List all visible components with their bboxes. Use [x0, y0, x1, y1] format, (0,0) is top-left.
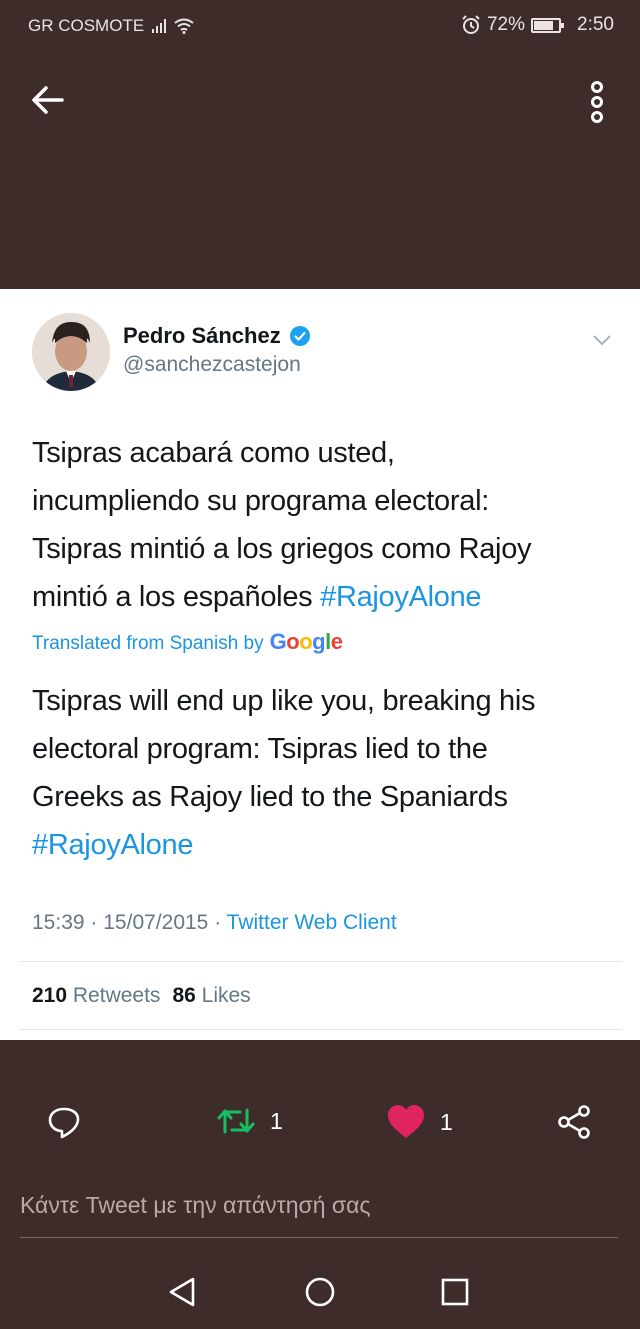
retweets-stat[interactable]: 210 Retweets — [32, 984, 160, 1008]
tweet-text-fragment: mintió a los españoles — [32, 581, 321, 613]
profile-photo-icon — [32, 313, 110, 391]
carrier-label: GR COSMOTE — [28, 16, 145, 35]
tweet-text: Tsipras acabará como usted, incumpliendo… — [32, 429, 612, 621]
tweet-card: Pedro Sánchez @sanchezcastejon Tsipras a… — [0, 289, 640, 1040]
retweet-button[interactable]: 1 — [216, 1104, 283, 1138]
share-icon — [558, 1105, 590, 1139]
hashtag-link[interactable]: #RajoyAlone — [320, 581, 481, 613]
more-options-button[interactable] — [584, 80, 610, 124]
likes-count: 86 — [172, 984, 196, 1007]
tweet-options-button[interactable] — [592, 333, 612, 347]
tweet-stats: 210 Retweets 86 Likes — [32, 984, 251, 1008]
retweet-icon — [217, 1108, 255, 1134]
like-count: 1 — [440, 1108, 453, 1135]
nav-back-button[interactable] — [163, 1272, 203, 1312]
circle-home-icon — [305, 1277, 335, 1307]
tweet-text-line: Tsipras mintió a los griegos como Rajoy — [32, 533, 532, 565]
square-recents-icon — [441, 1278, 469, 1306]
author-handle[interactable]: @sanchezcastejon — [123, 353, 301, 377]
reply-input[interactable]: Κάντε Tweet με την απάντησή σας — [20, 1180, 618, 1238]
avatar[interactable] — [32, 313, 110, 391]
divider — [20, 1029, 622, 1030]
retweets-count: 210 — [32, 984, 68, 1007]
translated-hashtag-link[interactable]: #RajoyAlone — [32, 821, 612, 869]
verified-badge-icon — [289, 326, 310, 346]
nav-recents-button[interactable] — [435, 1272, 475, 1312]
signal-icon — [152, 19, 167, 33]
battery-percent: 72% — [486, 14, 526, 35]
retweets-label: Retweets — [72, 984, 161, 1007]
tweet-date: 15/07/2015 — [103, 911, 209, 934]
translated-label: Translated from Spanish by — [32, 633, 264, 654]
system-nav-bar — [0, 1250, 640, 1329]
tweet-text-line: mintió a los españoles #RajoyAlone — [32, 573, 612, 621]
author-name[interactable]: Pedro Sánchez — [123, 323, 281, 349]
action-bar: 1 1 — [0, 1080, 640, 1170]
translated-text-line: electoral program: Tsipras lied to the — [32, 733, 488, 765]
divider — [20, 961, 622, 962]
translated-text: Tsipras will end up like you, breaking h… — [32, 677, 612, 869]
meta-separator: · — [90, 911, 98, 934]
author-name-row[interactable]: Pedro Sánchez — [123, 323, 311, 349]
likes-stat[interactable]: 86 Likes — [172, 984, 250, 1008]
back-button[interactable] — [28, 80, 78, 120]
battery-icon — [531, 17, 565, 33]
google-logo: Google — [269, 629, 343, 654]
arrow-left-icon — [32, 86, 64, 114]
translated-by[interactable]: Translated from Spanish by Google — [32, 629, 343, 655]
likes-label: Likes — [201, 984, 251, 1007]
meta-separator: · — [214, 911, 222, 934]
tweet-time: 15:39 — [32, 911, 85, 934]
more-vertical-icon — [591, 81, 603, 123]
status-right: 72% 2:50 — [461, 14, 614, 36]
alarm-icon — [462, 15, 480, 34]
like-button[interactable]: 1 — [386, 1104, 453, 1140]
share-button[interactable] — [556, 1104, 592, 1140]
reply-button[interactable] — [46, 1104, 82, 1140]
nav-home-button[interactable] — [300, 1272, 340, 1312]
tweet-meta: 15:39 · 15/07/2015 · Twitter Web Client — [32, 911, 397, 935]
retweet-count: 1 — [270, 1107, 283, 1134]
app-bar — [0, 52, 640, 288]
tweet-text-line: Tsipras acabará como usted, — [32, 437, 395, 469]
heart-icon — [388, 1105, 424, 1138]
wifi-icon — [174, 18, 194, 34]
tweet-text-line: incumpliendo su programa electoral: — [32, 485, 489, 517]
translated-text-line: Tsipras will end up like you, breaking h… — [32, 685, 536, 717]
reply-icon — [48, 1107, 80, 1139]
status-left: GR COSMOTE — [28, 16, 194, 36]
status-bar: GR COSMOTE 72% 2:50 — [0, 0, 640, 52]
translated-text-line: Greeks as Rajoy lied to the Spaniards — [32, 781, 508, 813]
chevron-down-icon — [593, 335, 611, 346]
triangle-back-icon — [169, 1277, 195, 1307]
tweet-client-link[interactable]: Twitter Web Client — [227, 911, 397, 934]
clock: 2:50 — [577, 14, 614, 35]
